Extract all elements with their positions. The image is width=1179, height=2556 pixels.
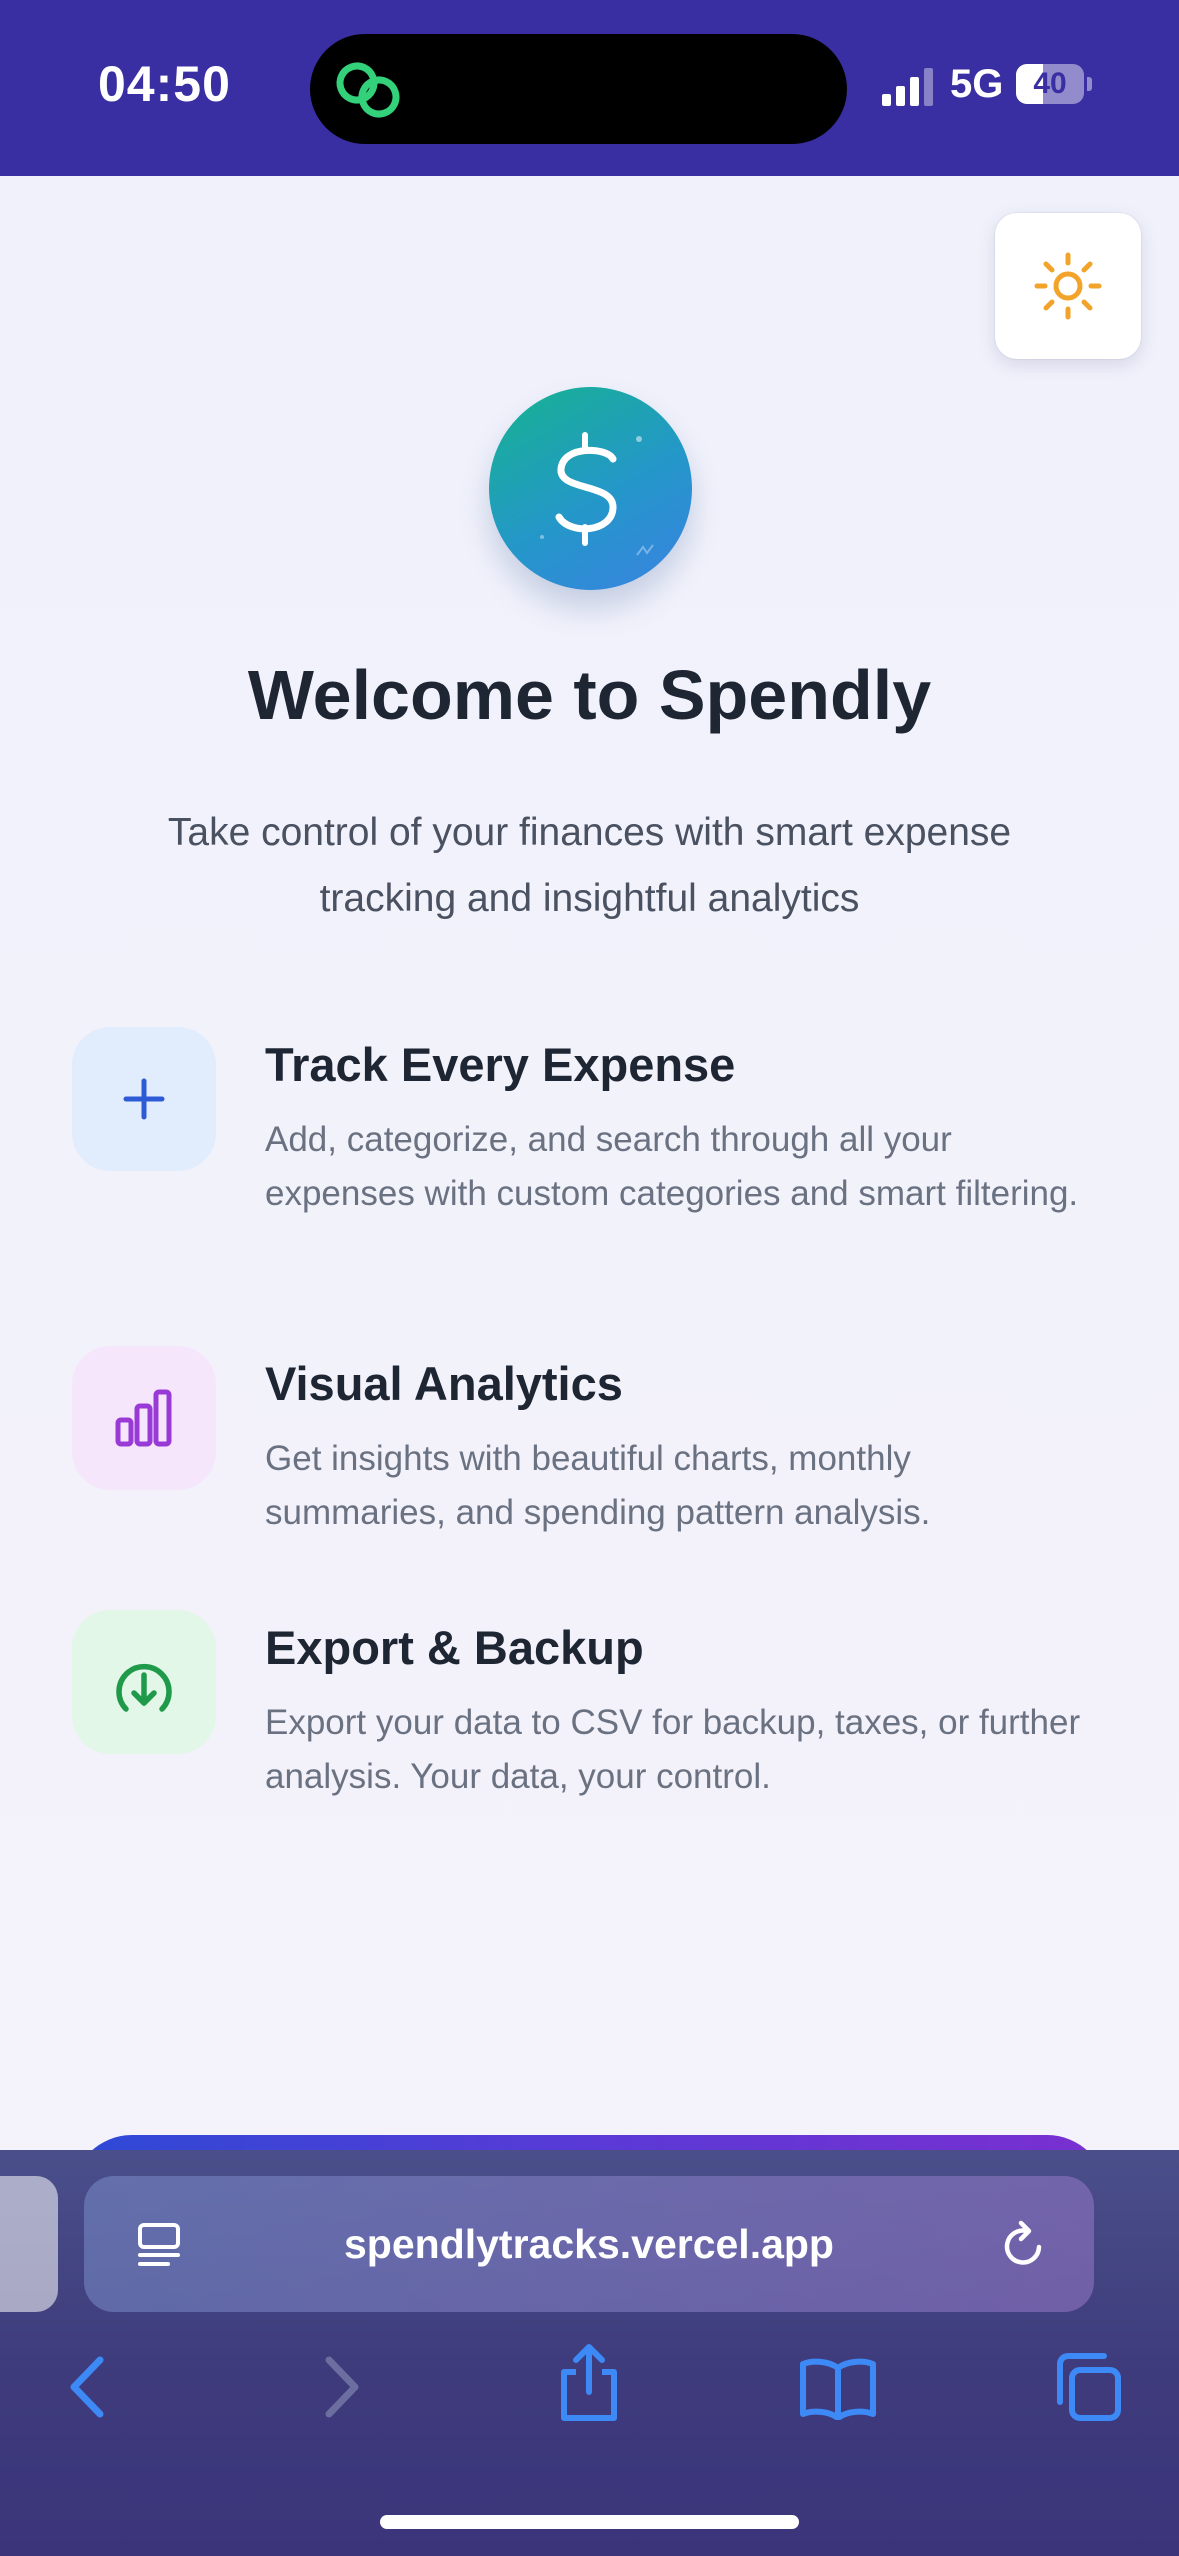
status-bar: 04:50 5G 40 — [0, 0, 1179, 176]
url-text: spendlytracks.vercel.app — [344, 2221, 834, 2267]
forward-icon[interactable] — [313, 2352, 369, 2422]
signal-icon — [882, 68, 933, 106]
plus-icon — [123, 1078, 165, 1120]
dollar-sign-icon — [540, 432, 654, 556]
feature-description: Add, categorize, and search through all … — [265, 1120, 1079, 1213]
bar-chart-icon — [115, 1389, 172, 1447]
back-icon[interactable] — [60, 2352, 116, 2422]
bookmarks-icon[interactable] — [799, 2356, 877, 2420]
dynamic-island — [310, 34, 847, 144]
feature-description: Export your data to CSV for backup, taxe… — [265, 1703, 1081, 1796]
battery-tip — [1087, 77, 1092, 91]
feature-title: Track Every Expense — [265, 1038, 736, 1091]
sun-icon — [1034, 252, 1102, 320]
page-title: Welcome to Spendly — [247, 656, 932, 734]
feature-icon-tile — [72, 1027, 216, 1171]
share-icon[interactable] — [556, 2342, 622, 2424]
feature-icon-tile — [72, 1610, 216, 1754]
feature-title: Export & Backup — [265, 1621, 644, 1674]
link-app-icon — [336, 62, 400, 118]
theme-toggle-button[interactable] — [995, 213, 1141, 359]
reload-icon[interactable] — [999, 2219, 1049, 2271]
feature-title: Visual Analytics — [265, 1357, 623, 1410]
battery-level: 40 — [1033, 67, 1067, 100]
battery-icon: 40 — [1016, 64, 1084, 104]
feature-description: Get insights with beautiful charts, mont… — [265, 1439, 931, 1532]
feature-icon-tile — [72, 1346, 216, 1490]
network-type: 5G — [950, 62, 1004, 106]
tabs-icon[interactable] — [1052, 2350, 1124, 2424]
home-indicator[interactable] — [380, 2515, 799, 2529]
page-subtitle: Take control of your finances with smart… — [167, 811, 1012, 920]
status-time: 04:50 — [98, 56, 231, 112]
address-bar[interactable]: spendlytracks.vercel.app — [84, 2176, 1094, 2312]
download-circle-icon — [116, 1663, 172, 1712]
app-logo — [489, 387, 692, 590]
previous-tab-preview[interactable] — [0, 2176, 58, 2312]
